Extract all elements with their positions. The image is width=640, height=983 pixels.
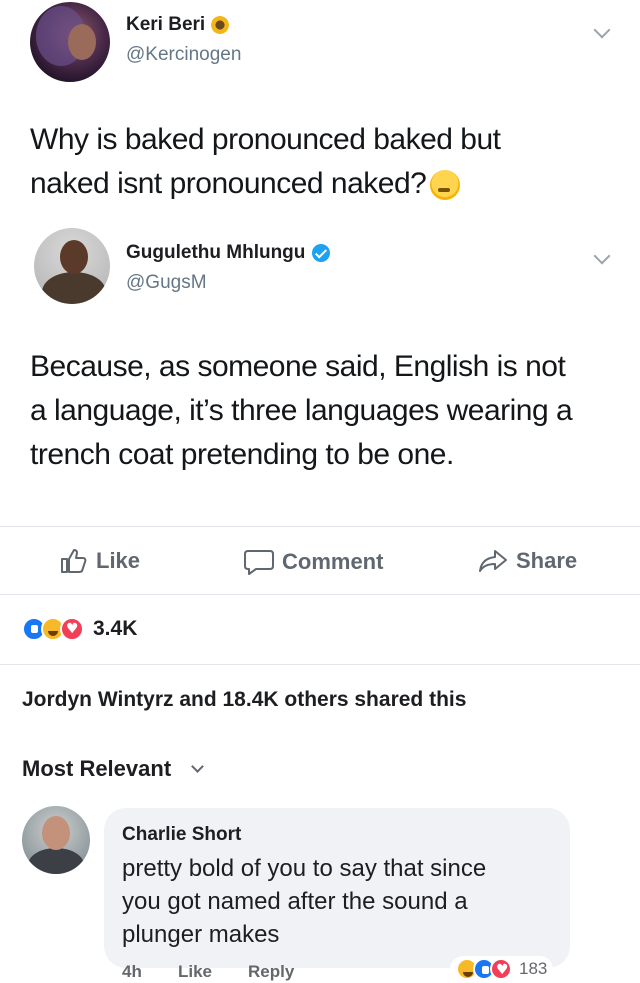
- tweet2-handle[interactable]: @GugsM: [126, 272, 207, 294]
- comment-reply-link[interactable]: Reply: [248, 962, 294, 982]
- shared-by-text[interactable]: Jordyn Wintyrz and 18.4K others shared t…: [22, 688, 466, 712]
- like-label: Like: [96, 548, 141, 573]
- comment-text-line: you got named after the sound a: [122, 888, 468, 915]
- comment-text-line: plunger makes: [122, 921, 280, 948]
- action-bar: Like Comment Share: [0, 538, 640, 588]
- avatar-face: [42, 816, 70, 850]
- sort-label: Most Relevant: [22, 756, 172, 781]
- chevron-down-icon[interactable]: [593, 21, 611, 39]
- comment-reactions[interactable]: 183: [450, 956, 554, 982]
- comment-text: pretty bold of you to say that since you…: [122, 852, 552, 951]
- tweet1-text: Why is baked pronounced baked but naked …: [30, 118, 501, 206]
- tweet1-name-text: Keri Beri: [126, 14, 206, 35]
- comment-bubble: Charlie Short pretty bold of you to say …: [104, 808, 570, 968]
- comment-button[interactable]: Comment: [244, 548, 383, 576]
- tweet2-text-line: Because, as someone said, English is not: [30, 350, 566, 383]
- avatar-body: [28, 848, 84, 874]
- avatar-body: [42, 272, 106, 304]
- avatar-face: [60, 240, 88, 274]
- sort-dropdown[interactable]: Most Relevant: [22, 756, 205, 782]
- tweet1-text-line: Why is baked pronounced baked but: [30, 123, 501, 156]
- reaction-count: 3.4K: [93, 617, 138, 640]
- comment-timestamp[interactable]: 4h: [122, 962, 142, 982]
- tweet2-text: Because, as someone said, English is not…: [30, 345, 573, 477]
- tweet2-name-text: Gugulethu Mhlungu: [126, 242, 306, 263]
- thumbs-up-icon: [61, 549, 87, 573]
- tweet1-text-line: naked isnt pronounced naked?: [30, 162, 501, 206]
- thinking-face-emoji-icon: [430, 170, 461, 201]
- verified-badge-icon: [312, 243, 331, 262]
- love-icon: [60, 617, 84, 641]
- gugulethu-avatar[interactable]: [34, 228, 110, 304]
- comment-text-line: pretty bold of you to say that since: [122, 855, 487, 882]
- charlie-short-avatar[interactable]: [22, 806, 90, 874]
- avatar-face: [68, 24, 96, 60]
- share-arrow-icon: [479, 550, 507, 572]
- comment-label: Comment: [282, 549, 384, 574]
- comment-bubble-icon: [244, 550, 274, 575]
- comment-like-link[interactable]: Like: [178, 962, 212, 982]
- tweet1-handle[interactable]: @Kercinogen: [126, 44, 241, 66]
- keri-beri-avatar[interactable]: [30, 2, 110, 82]
- reactions-summary[interactable]: 3.4K: [22, 617, 137, 641]
- share-button[interactable]: Share: [478, 548, 577, 574]
- chevron-down-icon[interactable]: [593, 247, 611, 265]
- like-button[interactable]: Like: [60, 548, 140, 574]
- chevron-down-icon: [191, 760, 205, 773]
- share-label: Share: [516, 548, 578, 573]
- tweet2-text-line: a language, it’s three languages wearing…: [30, 394, 573, 427]
- tweet1-text-span: naked isnt pronounced naked?: [30, 167, 427, 200]
- comment-reaction-count: 183: [519, 959, 548, 978]
- divider: [0, 526, 640, 527]
- comment-author-name[interactable]: Charlie Short: [122, 824, 552, 846]
- divider: [0, 594, 640, 595]
- tweet1-author-name[interactable]: Keri Beri: [126, 14, 230, 36]
- love-icon: [490, 958, 512, 980]
- divider: [0, 664, 640, 665]
- tweet2-author-name[interactable]: Gugulethu Mhlungu: [126, 242, 331, 264]
- sunflower-emoji-icon: [211, 15, 230, 34]
- tweet2-text-line: trench coat pretending to be one.: [30, 438, 454, 471]
